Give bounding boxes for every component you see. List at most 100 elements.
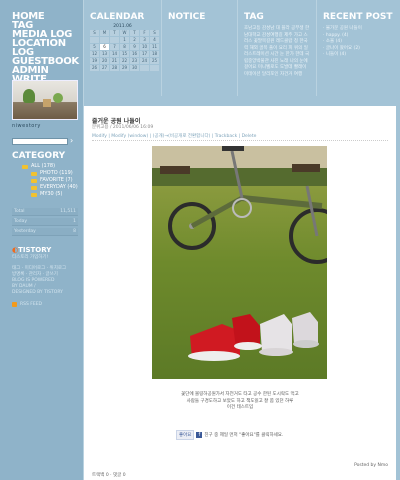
category-item[interactable]: PHOTO (119) <box>22 170 78 177</box>
calendar-month[interactable]: 2011.06 <box>90 24 155 29</box>
calendar-day-header: T <box>130 30 139 36</box>
category-item[interactable]: EVERYDAY (40) <box>22 184 78 191</box>
recent-list: · 불가문 공원 나들이 · happy. (4) · 소울 (4) · 글나이… <box>317 22 400 63</box>
tag-cloud[interactable]: 호남고등 감성남 대 플라 공부생 한남대학교 감성여행길 제주 가고 스러스 … <box>238 22 316 82</box>
calendar-day[interactable]: 16 <box>130 51 139 57</box>
calendar-day[interactable]: 17 <box>140 51 149 57</box>
footer-links: 태그 · 미디어로그 · 위치로그 방명록 · 관리자 · 글쓰기 BLOG I… <box>12 266 66 296</box>
calendar-day <box>90 37 99 43</box>
tag-title: TAG <box>244 12 264 22</box>
calendar-day[interactable]: 19 <box>90 58 99 64</box>
post-meta: 분위고용 / 2011/06/06 16:09 <box>92 125 154 130</box>
calendar-day[interactable]: 18 <box>150 51 159 57</box>
nav-location-log[interactable]: LOCATION LOG <box>12 39 83 58</box>
calendar-day[interactable]: 26 <box>90 65 99 71</box>
calendar-day[interactable]: 23 <box>130 58 139 64</box>
calendar-day[interactable]: 29 <box>120 65 129 71</box>
tistory-signup-link[interactable]: 티스토리 가입하기! <box>12 254 48 260</box>
calendar-day-header: S <box>150 30 159 36</box>
calendar-day[interactable]: 7 <box>110 44 119 50</box>
like-text: 친구 중 제일 먼저 "좋아요"를 클릭하세요. <box>204 433 284 438</box>
calendar-day-header: T <box>110 30 119 36</box>
calendar-day[interactable]: 5 <box>90 44 99 50</box>
footer-text: DESIGNED BY TISTORY <box>12 290 63 295</box>
recent-title: RECENT POST <box>323 12 393 22</box>
category-label: ALL (178) <box>31 163 56 169</box>
stat-yesterday: Yesterday 8 <box>12 228 78 236</box>
category-title: CATEGORY <box>12 151 66 161</box>
posted-by: Posted by Nmo <box>354 463 388 468</box>
trackback-comments[interactable]: 트랙백 0 · 댓글 0 <box>92 472 126 478</box>
notice-widget: NOTICE <box>162 0 238 96</box>
recent-post-widget: RECENT POST · 불가문 공원 나들이 · happy. (4) · … <box>317 0 400 96</box>
calendar-day <box>110 37 119 43</box>
calendar-day[interactable]: 14 <box>110 51 119 57</box>
blog-name: niwestory <box>12 123 41 129</box>
folder-icon <box>31 171 37 176</box>
calendar-day[interactable]: 1 <box>120 37 129 43</box>
tag-widget: TAG 호남고등 감성남 대 플라 공부생 한남대학교 감성여행길 제주 가고 … <box>238 0 317 96</box>
notice-title: NOTICE <box>168 12 206 22</box>
search-input[interactable] <box>12 138 68 145</box>
calendar-day[interactable]: 25 <box>150 58 159 64</box>
calendar-widget: CALENDAR 2011.06 S M T W T F S 1 2 3 4 5 6 7 8 9 10 11 12 1… <box>84 0 162 96</box>
calendar-day[interactable]: 15 <box>120 51 129 57</box>
calendar-day[interactable]: 13 <box>100 51 109 57</box>
calendar-day[interactable]: 9 <box>130 44 139 50</box>
calendar-day[interactable]: 10 <box>140 44 149 50</box>
calendar-day[interactable]: 2 <box>130 37 139 43</box>
facebook-like: 좋아요 f 친구 중 제일 먼저 "좋아요"를 클릭하세요. <box>176 430 283 440</box>
calendar-day-header: F <box>140 30 149 36</box>
calendar-day <box>150 65 159 71</box>
left-sidebar: HOME TAG MEDIA LOG LOCATION LOG GUESTBOO… <box>0 0 84 480</box>
tistory-logo[interactable]: ◐TISTORY <box>12 246 51 254</box>
calendar-day <box>140 65 149 71</box>
category-item[interactable]: MY30 (5) <box>22 191 78 198</box>
calendar-day[interactable]: 3 <box>140 37 149 43</box>
recent-item[interactable]: · 니들이 (4) <box>323 52 394 59</box>
calendar-day[interactable]: 8 <box>120 44 129 50</box>
post-caption: 꽃단에 볼링하공원가서 자전거도 타고 공수 한된 도시락도 먹고 사람들 구경… <box>181 392 299 410</box>
calendar-day[interactable]: 20 <box>100 58 109 64</box>
main-nav: HOME TAG MEDIA LOG LOCATION LOG GUESTBOO… <box>0 0 83 85</box>
calendar-day <box>100 37 109 43</box>
category-list: ALL (178) PHOTO (119) FAVORITE (7) EVERY… <box>22 163 78 198</box>
post-photo <box>152 146 327 379</box>
category-item[interactable]: ALL (178) <box>22 163 78 170</box>
search-button[interactable]: › <box>70 137 78 145</box>
calendar-day-header: S <box>90 30 99 36</box>
calendar-day[interactable]: 28 <box>110 65 119 71</box>
calendar-day[interactable]: 21 <box>110 58 119 64</box>
category-label: FAVORITE (7) <box>40 177 73 183</box>
rss-icon <box>12 302 17 307</box>
folder-icon <box>31 185 37 190</box>
profile-image <box>12 80 78 120</box>
calendar-day[interactable]: 4 <box>150 37 159 43</box>
category-item[interactable]: FAVORITE (7) <box>22 177 78 184</box>
bicycle-and-shoes-illustration <box>168 146 327 361</box>
calendar-day[interactable]: 30 <box>130 65 139 71</box>
calendar-day[interactable]: 12 <box>90 51 99 57</box>
calendar-title: CALENDAR <box>90 12 145 22</box>
calendar-day[interactable]: 27 <box>100 65 109 71</box>
stat-today: Today 1 <box>12 218 78 226</box>
calendar-day[interactable]: 22 <box>120 58 129 64</box>
folder-icon <box>31 192 37 197</box>
folder-icon <box>22 164 28 169</box>
rss-feed-link[interactable]: RSS FEED <box>12 302 42 307</box>
category-label: PHOTO (119) <box>40 170 73 176</box>
calendar-day[interactable]: 24 <box>140 58 149 64</box>
visitor-stats: Total 11,511 Today 1 Yesterday 8 <box>12 208 78 238</box>
calendar-day-header: W <box>120 30 129 36</box>
like-button[interactable]: 좋아요 <box>176 430 195 440</box>
facebook-icon: f <box>196 432 203 438</box>
category-label: MY30 (5) <box>40 191 63 197</box>
stat-total: Total 11,511 <box>12 208 78 216</box>
calendar-day-header: M <box>100 30 109 36</box>
calendar-day[interactable]: 6 <box>100 44 109 50</box>
calendar-grid: S M T W T F S 1 2 3 4 5 6 7 8 9 10 11 12 13 14 15 16 17 18 19 20 21… <box>90 30 159 71</box>
folder-icon <box>31 178 37 183</box>
post-article: 즐거운 공원 나들이 분위고용 / 2011/06/06 16:09 Modif… <box>84 106 396 480</box>
calendar-day[interactable]: 11 <box>150 44 159 50</box>
post-actions[interactable]: Modify | Modify (window) | (공개)→(비공개로 전환… <box>92 133 256 139</box>
